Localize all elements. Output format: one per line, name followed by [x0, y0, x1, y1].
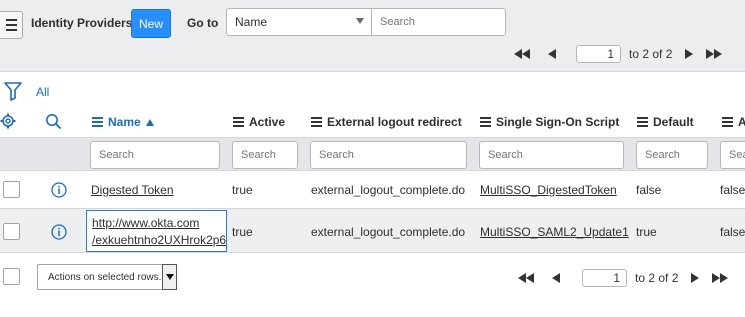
info-icon[interactable] [51, 224, 67, 240]
column-menu-icon [311, 117, 322, 127]
cell-name-link[interactable]: Digested Token [91, 183, 174, 197]
cell-active: true [232, 183, 253, 197]
next-page-icon[interactable] [688, 268, 702, 288]
list-header: Identity Providers New Go to Name to 2 o… [0, 0, 745, 72]
cell-name-line2: /exkuehtnho2UXHrok2p6 [92, 233, 227, 247]
search-icon[interactable] [45, 113, 62, 130]
goto-label: Go to [187, 16, 219, 30]
cell-name-link-focused[interactable]: http://www.okta.com /exkuehtnho2UXHrok2p… [86, 210, 227, 252]
info-icon[interactable] [51, 182, 67, 198]
row-select-checkbox[interactable] [3, 181, 20, 198]
next-page-icon[interactable] [682, 44, 696, 64]
last-page-icon[interactable] [702, 44, 726, 64]
filter-bar: All [0, 79, 745, 103]
hamburger-icon [5, 19, 17, 21]
previous-page-icon[interactable] [544, 268, 568, 288]
sort-ascending-icon [145, 118, 154, 126]
column-header-external-logout-redirect[interactable]: External logout redirect [311, 113, 462, 131]
page-title: Identity Providers [31, 16, 133, 30]
cell-logout-redirect: external_logout_complete.do [311, 225, 466, 239]
chevron-down-icon [356, 18, 364, 24]
new-button[interactable]: New [131, 9, 171, 38]
cell-default: true [636, 225, 657, 239]
search-logout-redirect-input[interactable] [310, 141, 467, 169]
search-sso-script-input[interactable] [479, 141, 624, 169]
cell-sso-script-link[interactable]: MultiSSO_DigestedToken [480, 183, 617, 197]
column-menu-icon [637, 117, 648, 127]
column-menu-icon [722, 117, 733, 127]
search-name-input[interactable] [90, 141, 220, 169]
goto-field-select[interactable]: Name [226, 8, 372, 36]
column-header-truncated[interactable]: A [722, 113, 745, 131]
column-menu-icon [480, 117, 491, 127]
page-number-input[interactable] [582, 269, 627, 287]
goto-search-input[interactable] [371, 8, 506, 36]
table-row: http://www.okta.com /exkuehtnho2UXHrok2p… [0, 209, 745, 253]
column-header-default[interactable]: Default [637, 113, 694, 131]
search-truncated-input[interactable] [720, 141, 745, 169]
goto-field-value: Name [235, 15, 268, 29]
cell-truncated: false [720, 225, 745, 239]
top-pager: to 2 of 2 [510, 44, 726, 64]
cell-default: false [636, 183, 662, 197]
table-row: Digested Token true external_logout_comp… [0, 171, 745, 209]
cell-sso-script-link[interactable]: MultiSSO_SAML2_Update1 [480, 225, 629, 239]
actions-select-label: Actions on selected rows... [48, 272, 167, 283]
cell-name-line1: http://www.okta.com [92, 216, 200, 230]
column-menu-icon [92, 117, 103, 127]
page-range-text: to 2 of 2 [629, 47, 673, 61]
select-all-checkbox[interactable] [3, 268, 20, 285]
column-header-active[interactable]: Active [233, 113, 285, 131]
cell-logout-redirect: external_logout_complete.do [311, 183, 466, 197]
list-menu-button[interactable] [0, 11, 23, 39]
page-number-input[interactable] [576, 45, 621, 63]
search-active-input[interactable] [232, 141, 298, 169]
gear-icon[interactable] [0, 113, 16, 129]
column-menu-icon [233, 117, 244, 127]
column-header-sso-script[interactable]: Single Sign-On Script [480, 113, 619, 131]
previous-page-icon[interactable] [540, 44, 564, 64]
column-search-row [0, 137, 745, 171]
first-page-icon[interactable] [514, 268, 538, 288]
search-default-input[interactable] [636, 141, 708, 169]
breadcrumb-all[interactable]: All [36, 85, 49, 99]
last-page-icon[interactable] [708, 268, 732, 288]
page-range-text: to 2 of 2 [635, 271, 679, 285]
actions-select[interactable]: Actions on selected rows... [37, 264, 177, 290]
column-header-name[interactable]: Name [92, 113, 154, 131]
row-select-checkbox[interactable] [3, 223, 20, 240]
cell-active: true [232, 225, 253, 239]
cell-truncated: false [720, 183, 745, 197]
first-page-icon[interactable] [510, 44, 534, 64]
bottom-pager: to 2 of 2 [514, 268, 732, 288]
filter-icon[interactable] [4, 81, 22, 101]
chevron-down-icon [162, 264, 177, 290]
